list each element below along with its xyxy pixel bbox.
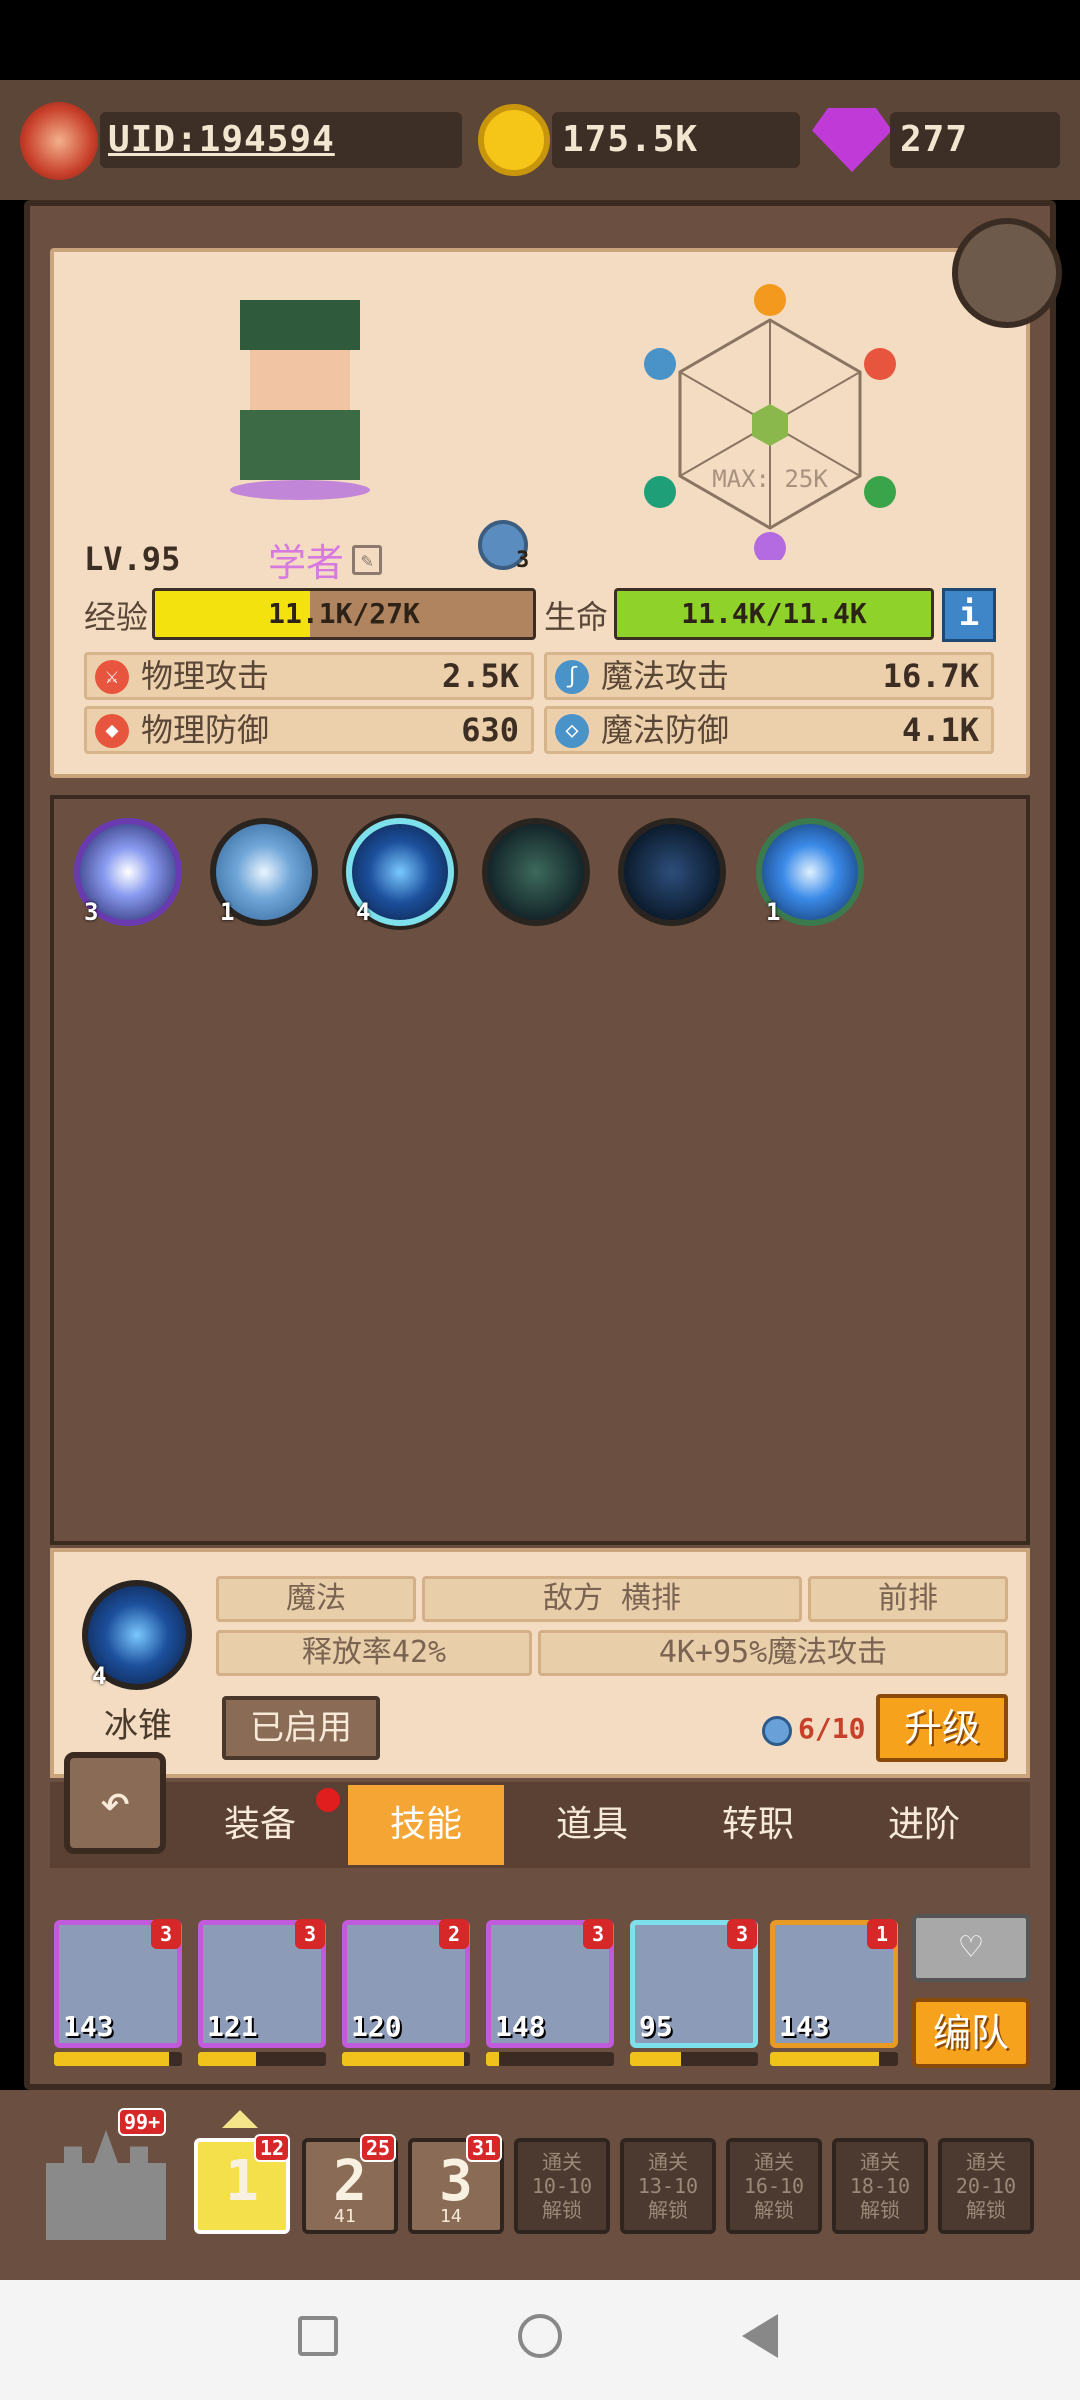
stage-slot-locked[interactable]: 通关 10-10 解锁 <box>514 2138 610 2234</box>
current-stage-arrow <box>222 2110 258 2128</box>
back-button[interactable]: ↶ <box>64 1752 166 1854</box>
hp-bar: 11.4K/11.4K <box>614 588 934 640</box>
home-button[interactable] <box>518 2314 562 2358</box>
tab-items[interactable]: 道具 <box>514 1785 670 1865</box>
hero-class: 学者 <box>268 541 345 585</box>
stat-label: 魔法防御 <box>601 711 730 749</box>
stat-value: 630 <box>461 711 519 749</box>
magic-shield-icon: ◇ <box>555 714 589 748</box>
gem-amount: 277 <box>900 119 969 160</box>
hero-sprite <box>220 300 380 510</box>
player-avatar[interactable] <box>20 102 98 180</box>
stat-label: 物理攻击 <box>141 657 270 695</box>
notification-dot <box>316 1788 340 1812</box>
selected-skill-icon: 4 <box>82 1580 192 1690</box>
stat-label: 魔法攻击 <box>601 657 730 695</box>
staff-icon: ʃ <box>555 660 589 694</box>
hero-exp-bar <box>54 2052 182 2066</box>
tab-equipment[interactable]: 装备 <box>182 1785 338 1865</box>
castle-icon[interactable] <box>46 2130 166 2240</box>
gold-coin-icon <box>478 104 550 176</box>
skill-status-button[interactable]: 已启用 <box>222 1696 380 1760</box>
skill-target: 敌方 横排 <box>422 1576 802 1622</box>
team-hero[interactable]: 143 1 <box>770 1919 898 2048</box>
exp-bar: 11.1K/27K <box>152 588 536 640</box>
stat-label: 物理防御 <box>141 711 270 749</box>
skill-row: 前排 <box>808 1576 1008 1622</box>
exp-bar-text: 11.1K/27K <box>268 597 420 630</box>
stat-magic-defense: ◇ 魔法防御 4.1K <box>544 706 994 754</box>
castle-badge: 99+ <box>118 2108 167 2136</box>
skill-damage: 4K+95%魔法攻击 <box>538 1630 1008 1676</box>
slot-sub: 14 <box>440 2206 462 2227</box>
stat-value: 2.5K <box>441 657 519 695</box>
shield-icon: ◆ <box>95 714 129 748</box>
edit-name-icon[interactable]: ✎ <box>352 545 382 575</box>
skill-cast-rate: 释放率42% <box>216 1630 532 1676</box>
formation-button[interactable]: 编队 <box>912 1998 1030 2068</box>
hp-bar-text: 11.4K/11.4K <box>681 597 867 630</box>
skill-type: 魔法 <box>216 1576 416 1622</box>
exp-label: 经验 <box>84 598 149 636</box>
gold-amount: 175.5K <box>562 119 699 160</box>
team-hero-selected[interactable]: 95 3 <box>630 1919 758 2048</box>
vision-count: 3 <box>516 548 530 573</box>
team-hero[interactable]: 121 3 <box>198 1919 326 2048</box>
slot-badge: 25 <box>360 2134 397 2162</box>
selected-skill-name: 冰锥 <box>104 1706 172 1746</box>
stat-value: 4.1K <box>901 711 979 749</box>
skill-slot-locked[interactable] <box>618 818 726 926</box>
upgrade-cost: 6/10 <box>798 1712 866 1745</box>
hero-exp-bar <box>198 2052 326 2066</box>
slot-sub: 41 <box>334 2206 356 2227</box>
hero-level: LV.95 <box>84 540 181 578</box>
stage-slot-locked[interactable]: 通关 20-10 解锁 <box>938 2138 1034 2234</box>
stage-slot-locked[interactable]: 通关 13-10 解锁 <box>620 2138 716 2234</box>
handshake-button[interactable]: ♡ <box>912 1914 1030 1982</box>
sword-icon: ⚔ <box>95 660 129 694</box>
team-hero[interactable]: 148 3 <box>486 1919 614 2048</box>
skill-slot-locked[interactable] <box>482 818 590 926</box>
slot-badge: 31 <box>466 2134 503 2162</box>
hero-exp-bar <box>770 2052 898 2066</box>
tab-skills[interactable]: 技能 <box>348 1785 504 1865</box>
attribute-radar-chart <box>644 284 896 560</box>
hero-exp-bar <box>342 2052 470 2066</box>
stat-physical-defense: ◆ 物理防御 630 <box>84 706 534 754</box>
team-hero[interactable]: 143 3 <box>54 1919 182 2048</box>
hero-exp-bar <box>630 2052 758 2066</box>
recent-apps-button[interactable] <box>298 2316 338 2356</box>
back-nav-button[interactable] <box>742 2314 778 2358</box>
team-hero[interactable]: 120 2 <box>342 1919 470 2048</box>
stat-physical-attack: ⚔ 物理攻击 2.5K <box>84 652 534 700</box>
radar-max-label: MAX: 25K <box>712 465 828 493</box>
info-button[interactable]: i <box>942 588 996 642</box>
tab-job-change[interactable]: 转职 <box>680 1785 836 1865</box>
slot-badge: 12 <box>254 2134 291 2162</box>
uid-text[interactable]: UID:194594 <box>108 112 335 168</box>
skill-slot[interactable]: 1 <box>756 818 864 926</box>
skill-slot-selected[interactable]: 4 <box>346 818 454 926</box>
stat-magic-attack: ʃ 魔法攻击 16.7K <box>544 652 994 700</box>
stat-value: 16.7K <box>882 657 979 695</box>
upgrade-button[interactable]: 升级 <box>876 1694 1008 1762</box>
stage-slot-locked[interactable]: 通关 18-10 解锁 <box>832 2138 928 2234</box>
skill-slot[interactable]: 3 <box>74 818 182 926</box>
hp-label: 生命 <box>544 598 609 636</box>
tab-advance[interactable]: 进阶 <box>846 1785 1002 1865</box>
skill-book-icon <box>762 1716 792 1746</box>
skill-slot[interactable]: 1 <box>210 818 318 926</box>
stage-slot-locked[interactable]: 通关 16-10 解锁 <box>726 2138 822 2234</box>
hero-exp-bar <box>486 2052 614 2066</box>
switch-job-button[interactable] <box>952 218 1062 328</box>
